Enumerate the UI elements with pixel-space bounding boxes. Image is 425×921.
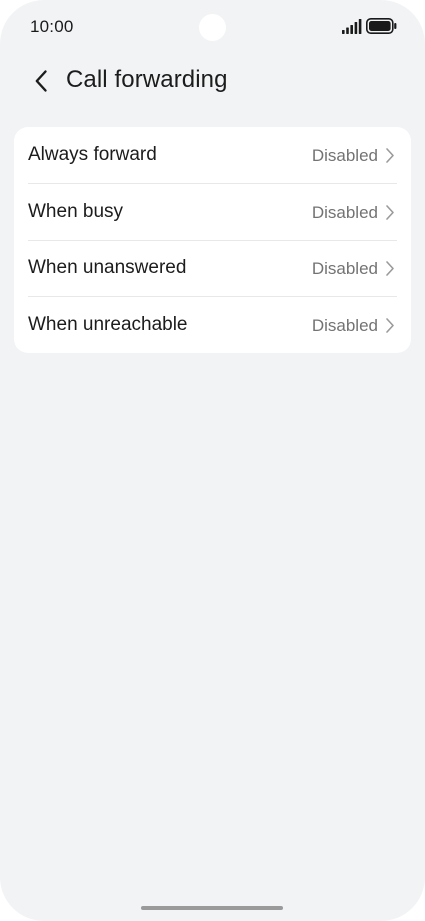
app-header: Call forwarding <box>0 56 425 104</box>
call-forwarding-list: Always forward Disabled When busy Disabl… <box>14 127 411 353</box>
item-label: When unreachable <box>28 314 188 335</box>
chevron-left-icon <box>35 70 47 92</box>
battery-icon <box>366 18 397 34</box>
item-label: Always forward <box>28 144 157 165</box>
chevron-right-icon <box>386 205 394 220</box>
signal-icon <box>342 19 362 34</box>
item-status: Disabled <box>311 203 378 222</box>
when-busy-item[interactable]: When busy Disabled <box>14 184 411 240</box>
phone-screen: 10:00 Call forwarding Always forward Dis… <box>0 0 425 921</box>
back-button[interactable] <box>24 64 58 98</box>
chevron-right-icon <box>386 261 394 276</box>
chevron-right-icon <box>386 318 394 333</box>
when-unanswered-item[interactable]: When unanswered Disabled <box>14 240 411 296</box>
status-time: 10:00 <box>30 17 74 36</box>
item-status: Disabled <box>311 316 378 335</box>
when-unreachable-item[interactable]: When unreachable Disabled <box>14 297 411 353</box>
page-title: Call forwarding <box>66 66 228 93</box>
status-bar: 10:00 <box>0 0 425 54</box>
item-label: When unanswered <box>28 257 187 278</box>
home-indicator[interactable] <box>141 906 283 910</box>
always-forward-item[interactable]: Always forward Disabled <box>14 127 411 183</box>
item-status: Disabled <box>311 146 378 165</box>
chevron-right-icon <box>386 148 394 163</box>
item-status: Disabled <box>311 259 378 278</box>
item-label: When busy <box>28 201 124 222</box>
front-camera <box>199 14 226 41</box>
